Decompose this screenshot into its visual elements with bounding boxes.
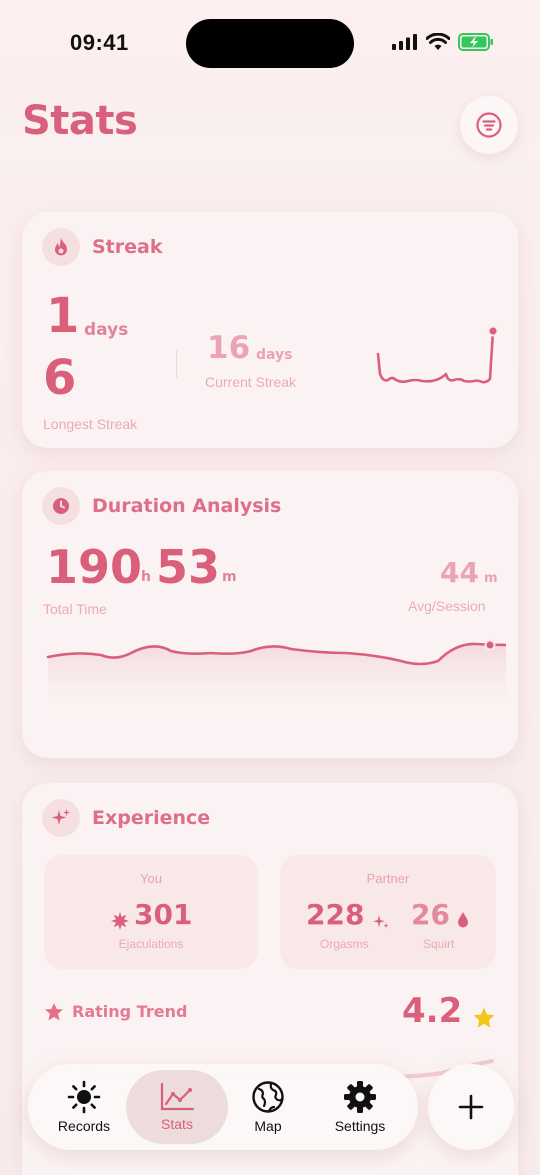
add-record-button[interactable] — [428, 1064, 514, 1150]
duration-analysis-card[interactable]: Duration Analysis 190 h 53 m Total Time … — [22, 471, 518, 758]
battery-icon — [458, 33, 493, 51]
total-minutes-value: 53 — [156, 540, 221, 594]
current-streak-unit: days — [256, 347, 293, 363]
avg-session-unit: m — [484, 571, 498, 586]
duration-trend-line — [46, 639, 506, 721]
ejaculations-label: Ejaculations — [118, 937, 184, 951]
you-stats-card: You 301 Ejaculations — [44, 855, 258, 969]
total-time-label: Total Time — [43, 601, 107, 617]
ejaculations-value: 301 — [134, 898, 193, 931]
streak-card-header: Streak — [42, 228, 162, 266]
rating-trend-label: Rating Trend — [72, 1002, 188, 1021]
tab-stats[interactable]: Stats — [126, 1070, 228, 1144]
longest-streak-label: Longest Streak — [43, 416, 138, 432]
partner-stats-card: Partner 228 26 Orgasms Squirt — [280, 855, 496, 969]
tab-stats-label: Stats — [161, 1116, 193, 1132]
plus-icon — [458, 1094, 484, 1120]
sun-icon — [67, 1080, 101, 1114]
chart-icon — [160, 1082, 195, 1111]
globe-icon — [252, 1081, 284, 1113]
burst-icon — [111, 912, 129, 930]
filter-icon — [476, 112, 502, 138]
dynamic-island — [186, 19, 354, 68]
star-small-icon — [45, 1003, 63, 1021]
tab-map[interactable]: Map — [218, 1064, 318, 1150]
squirt-label: Squirt — [423, 937, 455, 951]
streak-title: Streak — [92, 236, 163, 258]
droplet-icon — [458, 912, 468, 928]
duration-card-header: Duration Analysis — [42, 487, 281, 525]
avg-session-value: 44 — [440, 556, 479, 589]
clock-icon — [42, 487, 80, 525]
tab-bar: Records Stats Map Settings — [28, 1064, 418, 1150]
sparkle-small-icon — [373, 915, 389, 929]
status-icons — [392, 33, 494, 51]
streak-sparkline — [376, 325, 499, 384]
filter-button[interactable] — [460, 96, 518, 154]
partner-label: Partner — [366, 871, 410, 886]
streak-card[interactable]: Streak 1 days 6 Longest Streak 16 days C… — [22, 212, 518, 448]
wifi-icon — [426, 33, 450, 50]
status-bar: 09:41 — [0, 0, 540, 90]
experience-card-header: Experience — [42, 799, 210, 837]
avg-session-label: Avg/Session — [408, 598, 486, 614]
total-hours-value: 190 — [46, 540, 143, 594]
squirt-value: 26 — [411, 898, 450, 931]
rating-value: 4.2 — [402, 991, 463, 1031]
sparkle-icon — [42, 799, 80, 837]
flame-icon — [42, 228, 80, 266]
longest-streak-value: 6 — [43, 350, 77, 406]
tab-records-label: Records — [57, 1118, 111, 1134]
experience-title: Experience — [92, 807, 211, 829]
tab-settings-label: Settings — [334, 1118, 386, 1134]
orgasms-label: Orgasms — [320, 937, 369, 951]
streak-divider — [176, 350, 177, 378]
tab-settings[interactable]: Settings — [310, 1064, 410, 1150]
duration-title: Duration Analysis — [92, 495, 282, 517]
current-streak-value: 16 — [207, 330, 251, 366]
hours-unit: h — [141, 569, 151, 585]
rating-star-icon — [473, 1007, 495, 1028]
minutes-unit: m — [222, 569, 237, 585]
tab-records[interactable]: Records — [34, 1064, 134, 1150]
orgasms-value: 228 — [306, 898, 365, 931]
current-streak-label: Current Streak — [205, 374, 297, 390]
longest-streak-value-top: 1 — [46, 288, 80, 344]
page-title: Stats — [22, 98, 138, 144]
you-label: You — [140, 871, 162, 886]
longest-streak-unit: days — [84, 320, 129, 340]
gear-icon — [344, 1081, 376, 1113]
signal-icon — [392, 34, 417, 50]
tab-map-label: Map — [254, 1118, 282, 1134]
status-time: 09:41 — [70, 30, 129, 55]
